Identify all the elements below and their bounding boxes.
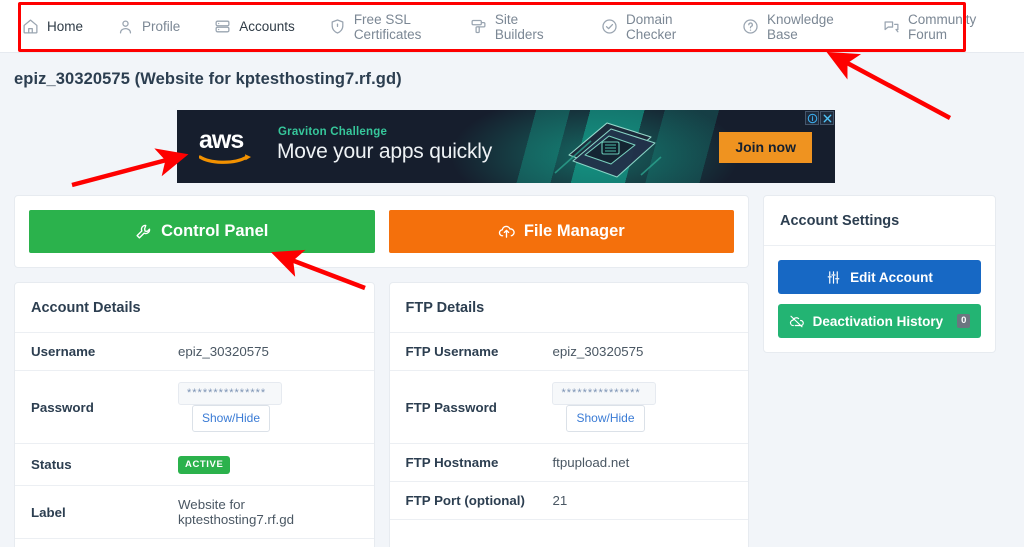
control-panel-button-label: Control Panel	[161, 222, 269, 240]
question-circle-icon	[742, 18, 759, 35]
row-key: Password	[15, 370, 162, 444]
nav-item-profile-label: Profile	[142, 19, 181, 34]
ad-cta-button[interactable]: Join now	[719, 132, 812, 163]
row-value: *************** Show/Hide	[161, 370, 374, 444]
nav-item-domain-checker-label: Domain Checker	[625, 11, 677, 42]
chip-illustration	[554, 122, 662, 178]
main-nav: Home Profile Accounts Free SSL Certifica…	[0, 0, 1024, 53]
row-key: Label	[15, 485, 162, 539]
row-key: Username	[15, 333, 162, 371]
nav-item-domain-checker[interactable]: Domain Checker	[601, 12, 708, 42]
deactivation-history-button[interactable]: Deactivation History 0	[778, 304, 981, 338]
aws-wordmark: aws	[199, 126, 244, 154]
adchoices-info-icon[interactable]	[805, 111, 819, 125]
account-settings-title: Account Settings	[764, 196, 995, 246]
cloud-off-icon	[789, 315, 804, 327]
nav-item-home[interactable]: Home	[22, 18, 83, 35]
aws-logo: aws	[198, 126, 259, 170]
page-title: epiz_30320575 (Website for kptesthosting…	[14, 70, 402, 88]
wrench-icon	[136, 224, 151, 239]
ad-kicker-text: Graviton Challenge	[278, 126, 388, 138]
password-show-hide-button[interactable]: Show/Hide	[191, 405, 271, 432]
quick-actions-card: Control Panel File Manager	[14, 195, 749, 268]
file-manager-button-label: File Manager	[523, 222, 625, 240]
edit-account-button-label: Edit Account	[850, 269, 933, 285]
arrow-pointing-to-ad-banner	[71, 148, 189, 188]
ftp-details-title: FTP Details	[389, 283, 748, 333]
row-key: FTP Hostname	[389, 443, 537, 482]
nav-item-accounts[interactable]: Accounts	[214, 18, 295, 35]
chat-bubbles-icon	[883, 18, 900, 35]
table-row: FTP Hostname ftpupload.net	[389, 443, 748, 482]
ad-controls	[805, 111, 834, 125]
table-row: Username epiz_30320575	[15, 333, 374, 371]
account-details-card: Account Details Username epiz_30320575 P…	[14, 282, 375, 547]
ad-headline-text: Move your apps quickly	[277, 140, 493, 163]
table-row: FTP Password *************** Show/Hide	[389, 370, 748, 444]
account-settings-buttons: Edit Account Deactivation History 0	[764, 246, 995, 352]
nav-item-knowledge-base-label: Knowledge Base	[766, 11, 834, 42]
row-value: epiz_30320575	[536, 333, 748, 371]
home-icon	[22, 18, 39, 35]
server-icon	[214, 18, 231, 35]
account-details-table: Username epiz_30320575 Password ********…	[15, 333, 374, 547]
row-value: ACTIVE	[161, 443, 374, 486]
nav-item-profile[interactable]: Profile	[117, 18, 180, 35]
shield-icon	[329, 18, 346, 35]
table-row: Password *************** Show/Hide	[15, 370, 374, 444]
account-details-title: Account Details	[15, 283, 374, 333]
nav-item-site-builders-label: Site Builders	[494, 11, 544, 42]
control-panel-button[interactable]: Control Panel	[29, 210, 375, 253]
nav-item-knowledge-base[interactable]: Knowledge Base	[742, 12, 849, 42]
check-circle-icon	[601, 18, 618, 35]
row-key: FTP Password	[389, 370, 537, 444]
edit-account-button[interactable]: Edit Account	[778, 260, 981, 294]
sliders-icon	[827, 270, 840, 284]
password-masked-field[interactable]: ***************	[177, 382, 282, 405]
file-manager-button[interactable]: File Manager	[388, 210, 734, 253]
nav-item-home-label: Home	[47, 19, 84, 34]
aws-smile-icon	[198, 154, 251, 164]
row-key: FTP Port (optional)	[389, 481, 537, 520]
row-value: 15dbdanj.epizy.com	[161, 538, 374, 547]
status-badge: ACTIVE	[177, 456, 231, 474]
account-settings-card: Account Settings Edit Account Deactivati…	[763, 195, 996, 353]
row-key: FTP Username	[389, 333, 537, 371]
table-row: FTP Port (optional) 21	[389, 481, 748, 520]
deactivation-history-button-label: Deactivation History	[812, 313, 944, 329]
ftp-details-card: FTP Details FTP Username epiz_30320575 F…	[388, 282, 749, 547]
upload-cloud-icon	[498, 225, 515, 238]
advertisement-banner[interactable]: aws Graviton Challenge Move your apps qu…	[177, 110, 835, 183]
row-value: Website for kptesthosting7.rf.gd	[161, 485, 374, 539]
main-content: Control Panel File Manager Account Detai…	[0, 195, 1024, 547]
row-value: *************** Show/Hide	[536, 370, 748, 444]
nav-item-accounts-label: Accounts	[239, 19, 295, 34]
nav-item-free-ssl-certificates[interactable]: Free SSL Certificates	[329, 12, 436, 42]
details-row: Account Details Username epiz_30320575 P…	[14, 282, 749, 547]
table-row: FTP Username epiz_30320575	[389, 333, 748, 371]
close-icon[interactable]	[820, 111, 834, 125]
ftp-password-show-hide-button[interactable]: Show/Hide	[566, 405, 645, 432]
nav-item-free-ssl-certificates-label: Free SSL Certificates	[353, 11, 422, 42]
row-value: epiz_30320575	[161, 333, 374, 371]
nav-item-site-builders[interactable]: Site Builders	[470, 12, 567, 42]
right-column: Account Settings Edit Account Deactivati…	[763, 195, 996, 353]
ftp-details-table: FTP Username epiz_30320575 FTP Password …	[389, 333, 748, 520]
deactivation-history-count: 0	[957, 314, 971, 328]
user-icon	[117, 18, 134, 35]
table-row: Status ACTIVE	[15, 443, 374, 486]
row-value: ftpupload.net	[536, 443, 748, 482]
row-value: 21	[536, 481, 748, 520]
paint-roller-icon	[470, 18, 487, 35]
top-navigation-bar: Home Profile Accounts Free SSL Certifica…	[0, 0, 1024, 53]
nav-item-community-forum[interactable]: Community Forum	[883, 12, 990, 42]
table-row: Label Website for kptesthosting7.rf.gd	[15, 485, 374, 539]
row-key: Main Domain	[15, 538, 162, 547]
ftp-password-masked-field[interactable]: ***************	[552, 382, 657, 405]
left-column: Control Panel File Manager Account Detai…	[14, 195, 749, 547]
table-row: Main Domain 15dbdanj.epizy.com	[15, 538, 374, 547]
nav-item-community-forum-label: Community Forum	[907, 11, 977, 42]
row-key: Status	[15, 443, 162, 486]
